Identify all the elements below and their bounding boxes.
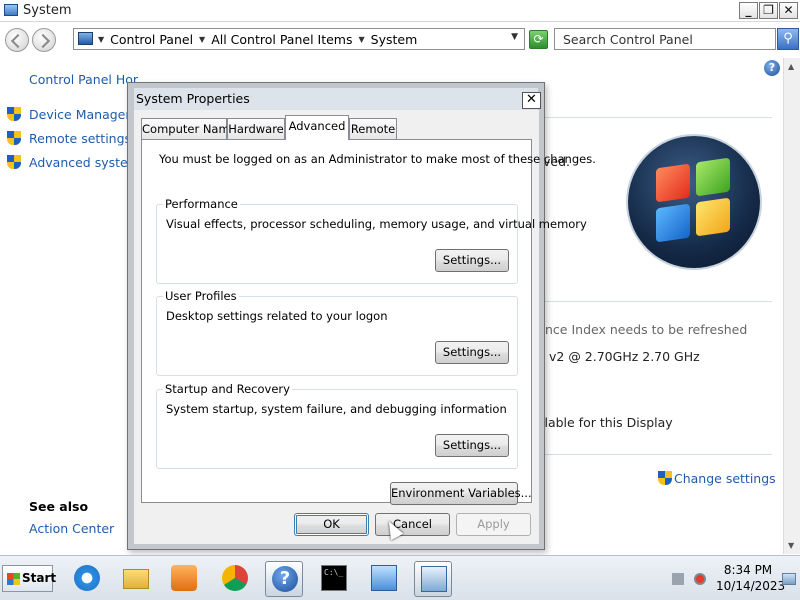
windows-flag-icon — [7, 573, 20, 585]
shield-icon — [7, 131, 21, 146]
breadcrumb: ▼ Control Panel ▼ All Control Panel Item… — [98, 32, 417, 47]
control-panel-home-link[interactable]: Control Panel Hor — [29, 72, 138, 87]
clock-date: 10/14/2023 — [716, 579, 786, 593]
internet-explorer-icon[interactable] — [68, 561, 106, 597]
tab-advanced[interactable]: Advanced — [285, 115, 349, 140]
minimize-button[interactable]: _ — [739, 2, 758, 19]
environment-variables-button[interactable]: Environment Variables... — [390, 482, 532, 505]
vertical-scrollbar[interactable]: ▲ ▼ — [783, 58, 800, 554]
close-button[interactable]: ✕ — [779, 2, 798, 19]
scroll-up-icon[interactable]: ▲ — [788, 62, 794, 71]
ok-button[interactable]: OK — [294, 513, 369, 536]
apply-button[interactable]: Apply — [456, 513, 531, 536]
group-description: System startup, system failure, and debu… — [166, 402, 507, 416]
startup-recovery-group: Startup and Recovery System startup, sys… — [156, 382, 518, 469]
taskbar: Start ? C:\_ 8:34 PM 10/14/2023 — [0, 555, 800, 600]
experience-index-link[interactable]: nce Index needs to be refreshed — [545, 322, 747, 337]
scroll-down-icon[interactable]: ▼ — [788, 541, 794, 550]
shield-icon — [658, 471, 672, 486]
pen-touch-value: ilable for this Display — [541, 415, 673, 430]
processor-value: v2 @ 2.70GHz 2.70 GHz — [549, 349, 700, 364]
clock-time: 8:34 PM — [723, 563, 773, 577]
change-settings-link[interactable]: Change settings — [674, 471, 776, 486]
tab-hardware[interactable]: Hardware — [227, 118, 285, 139]
show-desktop-button[interactable] — [782, 573, 796, 585]
see-also-heading: See also — [29, 499, 89, 514]
tab-remote[interactable]: Remote — [349, 118, 397, 139]
dialog-body: Computer Name Hardware Advanced Remote Y… — [134, 110, 596, 544]
refresh-button[interactable]: ⟳ — [529, 30, 548, 49]
group-title: Performance — [163, 197, 240, 211]
section-divider — [545, 301, 772, 302]
windows-logo — [628, 136, 760, 268]
shield-icon — [7, 155, 21, 170]
breadcrumb-system[interactable]: System — [371, 32, 418, 47]
chevron-right-icon[interactable]: ▼ — [359, 35, 365, 44]
startup-settings-button[interactable]: Settings... — [435, 434, 509, 457]
forward-button[interactable] — [32, 28, 56, 52]
performance-group: Performance Visual effects, processor sc… — [156, 197, 587, 284]
sidebar-item-device-manager[interactable]: Device Manager — [29, 107, 131, 122]
help-icon[interactable]: ? — [764, 60, 780, 76]
help-icon[interactable]: ? — [265, 561, 303, 597]
start-button[interactable]: Start — [2, 565, 57, 592]
group-title: User Profiles — [163, 289, 239, 303]
search-input[interactable]: Search Control Panel — [554, 28, 776, 50]
group-description: Desktop settings related to your logon — [166, 309, 388, 323]
action-center-link[interactable]: Action Center — [29, 521, 114, 536]
group-title: Startup and Recovery — [163, 382, 292, 396]
admin-note: You must be logged on as an Administrato… — [159, 152, 596, 166]
system-window-icon — [4, 4, 18, 16]
address-field[interactable]: ▼ Control Panel ▼ All Control Panel Item… — [73, 28, 525, 50]
command-prompt-icon[interactable]: C:\_ — [315, 561, 353, 597]
performance-settings-button[interactable]: Settings... — [435, 249, 509, 272]
section-divider — [545, 117, 772, 118]
address-bar: ▼ Control Panel ▼ All Control Panel Item… — [0, 23, 800, 57]
network-icon[interactable] — [672, 573, 684, 585]
sidebar-item-remote-settings[interactable]: Remote settings — [29, 131, 131, 146]
media-player-icon[interactable] — [165, 561, 203, 597]
dialog-titlebar: System Properties ✕ — [134, 88, 541, 110]
section-divider — [545, 454, 772, 455]
group-description: Visual effects, processor scheduling, me… — [166, 217, 587, 231]
breadcrumb-control-panel[interactable]: Control Panel — [110, 32, 193, 47]
control-panel-icon — [78, 32, 93, 45]
back-button[interactable] — [5, 28, 29, 52]
chevron-right-icon[interactable]: ▼ — [199, 35, 205, 44]
dialog-title: System Properties — [136, 91, 250, 106]
folder-icon[interactable] — [117, 561, 155, 597]
advanced-tab-panel: You must be logged on as an Administrato… — [141, 139, 596, 505]
shield-icon — [7, 107, 21, 122]
start-label: Start — [22, 571, 57, 585]
system-properties-icon[interactable] — [414, 561, 452, 597]
control-panel-icon[interactable] — [365, 561, 403, 597]
search-icon[interactable]: ⚲ — [777, 28, 799, 50]
dialog-close-button[interactable]: ✕ — [522, 92, 541, 109]
volume-muted-icon[interactable] — [694, 573, 706, 585]
chrome-icon[interactable] — [216, 561, 254, 597]
window-titlebar: System _ ❐ ✕ — [0, 0, 800, 22]
chevron-down-icon[interactable]: ▼ — [511, 32, 518, 42]
maximize-button[interactable]: ❐ — [759, 2, 778, 19]
clock[interactable]: 8:34 PM 10/14/2023 — [716, 562, 786, 594]
user-profiles-settings-button[interactable]: Settings... — [435, 341, 509, 364]
sidebar-item-advanced-system[interactable]: Advanced system — [29, 155, 140, 170]
tab-computer-name[interactable]: Computer Name — [141, 118, 237, 139]
user-profiles-group: User Profiles Desktop settings related t… — [156, 289, 518, 376]
window-title: System — [23, 3, 72, 18]
system-properties-dialog: System Properties ✕ Computer Name Hardwa… — [127, 82, 596, 550]
breadcrumb-all-items[interactable]: All Control Panel Items — [211, 32, 352, 47]
chevron-right-icon[interactable]: ▼ — [98, 35, 104, 44]
